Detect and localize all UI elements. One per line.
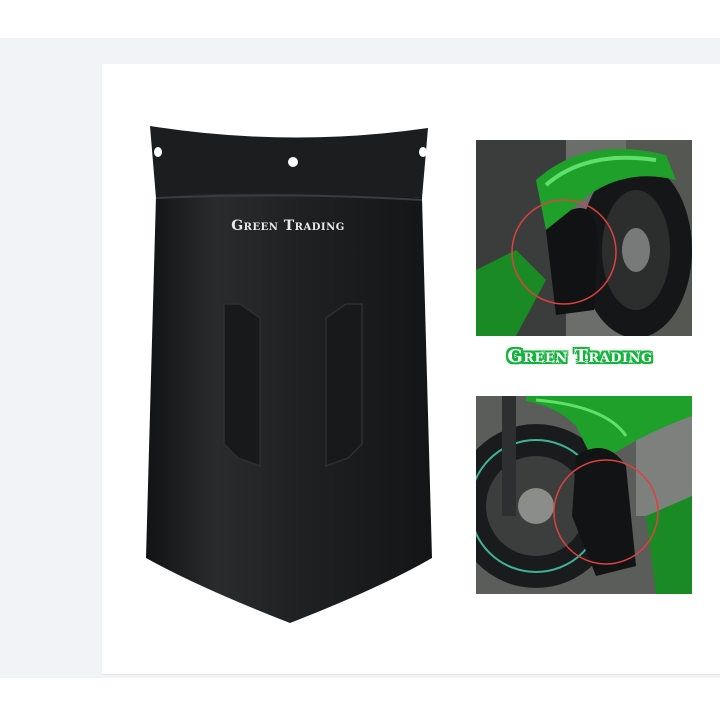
- product-brand-text: Green Trading: [231, 218, 345, 234]
- installed-photo-side: [476, 396, 692, 594]
- installed-photo-front: [476, 140, 692, 336]
- fender-extender-image: Green Trading: [140, 118, 440, 628]
- card-divider: [102, 674, 720, 675]
- brand-caption: Green Trading: [507, 346, 653, 367]
